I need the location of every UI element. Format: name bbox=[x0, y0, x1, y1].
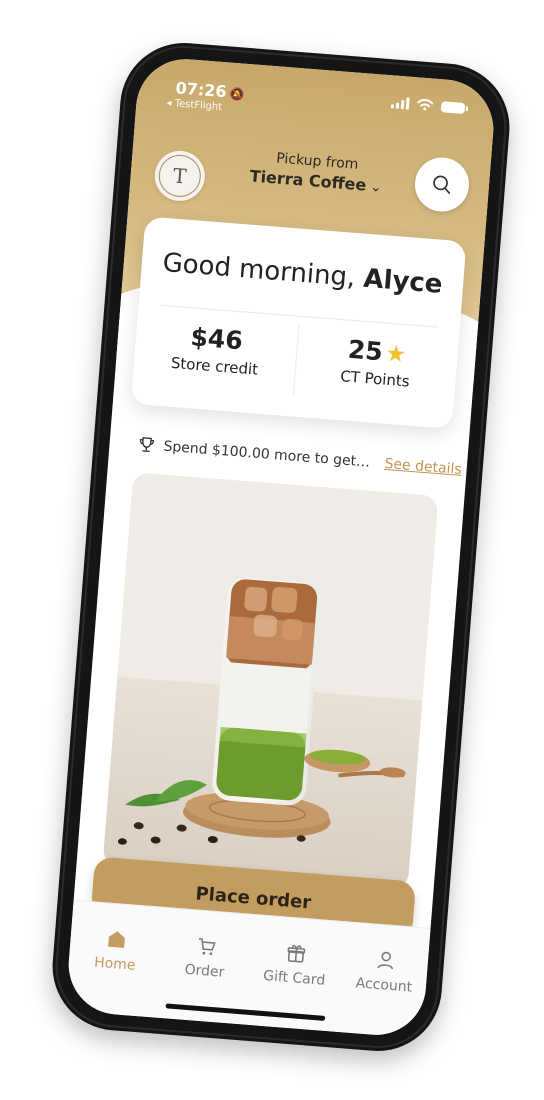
search-icon bbox=[433, 175, 451, 194]
logo-mark: T bbox=[157, 153, 203, 199]
status-icons bbox=[390, 96, 466, 114]
promo-text: Spend $100.00 more to get $35... bbox=[162, 438, 374, 471]
screenshot-stage: 07:26 🔕 ◂ TestFlight T Pickup from Tierr… bbox=[0, 0, 544, 1100]
home-indicator bbox=[165, 1003, 326, 1021]
tab-home[interactable]: Home bbox=[68, 921, 163, 976]
hero-product-image bbox=[102, 472, 439, 889]
trophy-icon bbox=[137, 435, 156, 454]
signal-icon bbox=[390, 96, 410, 110]
star-icon: ★ bbox=[384, 340, 408, 369]
chevron-down-icon: ⌄ bbox=[369, 178, 383, 196]
cart-icon bbox=[159, 928, 253, 965]
person-icon bbox=[339, 942, 433, 979]
tab-gift-card[interactable]: Gift Card bbox=[248, 935, 343, 990]
wifi-icon bbox=[417, 98, 434, 111]
greeting-line: Good morning, Alyce bbox=[141, 246, 464, 301]
welcome-card: Good morning, Alyce $46 Store credit 25★… bbox=[130, 216, 467, 430]
phone-mockup: 07:26 🔕 ◂ TestFlight T Pickup from Tierr… bbox=[47, 38, 515, 1056]
see-details-link[interactable]: See details bbox=[384, 456, 462, 478]
home-icon bbox=[70, 921, 164, 958]
gift-icon bbox=[249, 935, 343, 972]
matcha-latte-photo bbox=[102, 472, 439, 889]
tab-order[interactable]: Order bbox=[158, 928, 253, 983]
promo-row: Spend $100.00 more to get $35... See det… bbox=[137, 432, 463, 481]
status-time: 07:26 bbox=[174, 78, 228, 102]
tab-account[interactable]: Account bbox=[337, 942, 432, 997]
greeting-prefix: Good morning, bbox=[161, 247, 365, 294]
customer-name: Alyce bbox=[362, 263, 444, 300]
ct-points-value: 25 bbox=[346, 334, 384, 367]
ct-points-stat[interactable]: 25★ CT Points bbox=[294, 331, 459, 394]
app-screen: 07:26 🔕 ◂ TestFlight T Pickup from Tierr… bbox=[64, 55, 498, 1039]
battery-icon bbox=[440, 100, 466, 114]
bell-slash-icon: 🔕 bbox=[228, 86, 245, 102]
logo-letter: T bbox=[172, 163, 188, 189]
store-credit-stat[interactable]: $46 Store credit bbox=[134, 318, 299, 381]
